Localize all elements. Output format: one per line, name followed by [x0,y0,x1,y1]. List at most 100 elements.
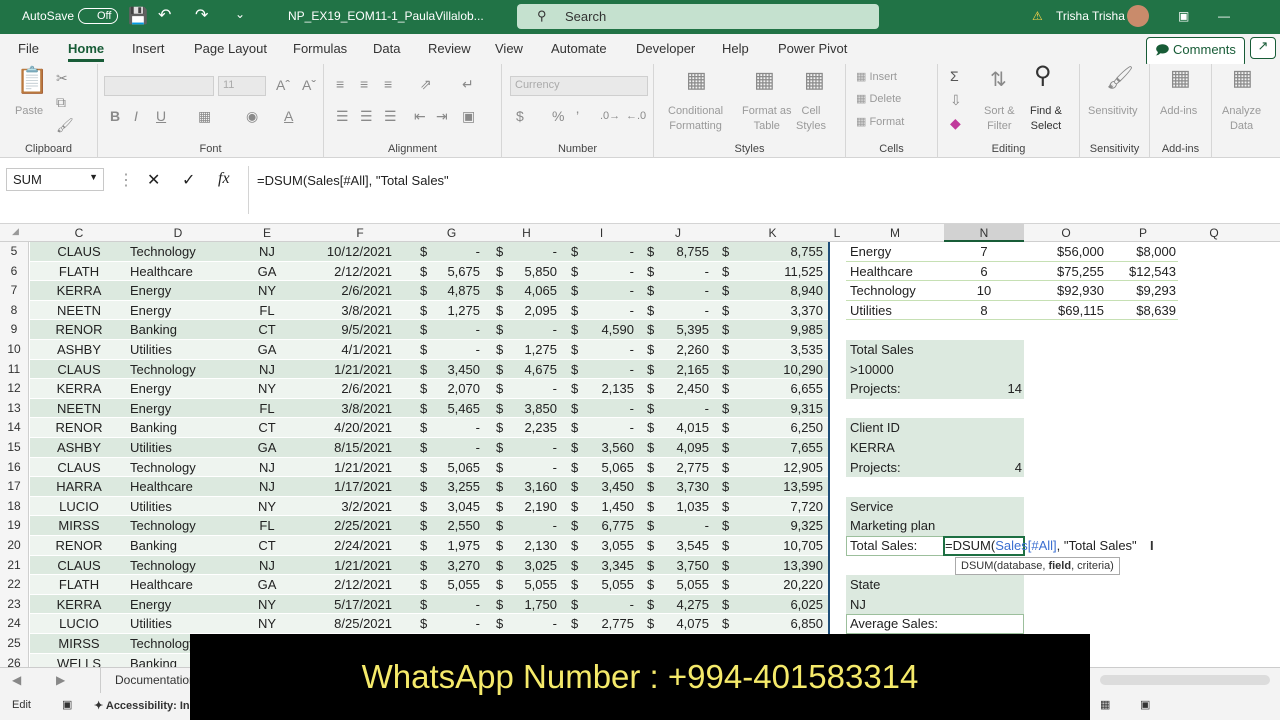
cell-state[interactable]: NJ [228,458,306,478]
row-header[interactable]: 26 [0,653,29,667]
cell-amount-h[interactable]: 3,850 [505,399,557,419]
percent-icon[interactable]: % [552,108,564,124]
paste-icon[interactable]: 📋 [16,67,48,93]
cell-state[interactable]: GA [228,262,306,282]
row-header[interactable]: 13 [0,398,29,419]
cell-client-id[interactable]: CLAUS [30,360,128,380]
cell-amount-h[interactable]: - [505,458,557,478]
cell-amount-h[interactable]: 1,750 [505,595,557,615]
cell-amount-i[interactable]: - [580,595,634,615]
cell-amount-h[interactable]: - [505,242,557,262]
cell-amount-h[interactable]: - [505,320,557,340]
summary-service[interactable]: Utilities [850,301,944,321]
cell-amount-j[interactable]: 1,035 [655,497,709,517]
cell-state[interactable]: NJ [228,556,306,576]
formula-input[interactable]: =DSUM(Sales[#All], "Total Sales" [248,166,1280,214]
summary-average[interactable]: $8,639 [1104,301,1176,321]
undo-icon[interactable]: ↶ [158,5,171,25]
cell-amount-j[interactable]: 4,095 [655,438,709,458]
cell-amount-i[interactable]: 4,590 [580,320,634,340]
font-name-box[interactable] [104,76,214,96]
cell-amount-i[interactable]: - [580,340,634,360]
cell-date[interactable]: 10/12/2021 [300,242,392,262]
cell-client-id[interactable]: CLAUS [30,242,128,262]
comments-button[interactable]: 🗩 Comments [1146,37,1245,67]
number-format-box[interactable]: Currency [510,76,648,96]
cell-amount-g[interactable]: 1,975 [430,536,480,556]
cell-amount-j[interactable]: 4,275 [655,595,709,615]
summary-average[interactable]: $9,293 [1104,281,1176,301]
cell-date[interactable]: 1/21/2021 [300,556,392,576]
cell-amount-i[interactable]: 3,450 [580,477,634,497]
cell-amount-g[interactable]: 2,070 [430,379,480,399]
cell-service[interactable]: Technology [130,242,228,262]
cell-client-id[interactable]: LUCIO [30,614,128,634]
row-header[interactable]: 15 [0,438,29,458]
redo-icon[interactable]: ↷ [195,5,208,25]
cell-state[interactable]: CT [228,320,306,340]
tab-data[interactable]: Data [373,41,400,56]
cell-amount-i[interactable]: 3,345 [580,556,634,576]
font-color-icon[interactable]: A [284,108,293,124]
cell-state[interactable]: FL [228,399,306,419]
col-header-h[interactable]: H [489,226,564,240]
sort-filter-icon[interactable]: ⇅ [990,70,1007,90]
align-top-icon[interactable]: ≡ [336,76,344,92]
cell-state[interactable]: NY [228,595,306,615]
cell-amount-k[interactable]: 6,655 [735,379,823,399]
cell-amount-j[interactable]: 2,775 [655,458,709,478]
row-header[interactable]: 22 [0,575,29,595]
cell-state[interactable]: FL [228,301,306,321]
autosave-toggle[interactable]: Off [78,8,119,24]
cell-amount-k[interactable]: 6,250 [735,418,823,438]
search-box[interactable]: ⚲ Search [517,4,879,29]
cell-client-id[interactable]: WELLS [30,654,128,667]
cell-client-id[interactable]: FLATH [30,262,128,282]
cell-amount-h[interactable]: 4,675 [505,360,557,380]
cell-amount-k[interactable]: 6,025 [735,595,823,615]
cell-amount-g[interactable]: 1,275 [430,301,480,321]
fill-icon[interactable]: ⇩ [950,92,962,108]
cell-client-id[interactable]: NEETN [30,399,128,419]
orientation-icon[interactable]: ⇗ [420,76,432,92]
criteria-label[interactable]: Service [850,497,944,517]
copy-icon[interactable]: ⧉ [56,94,66,110]
sensitivity-icon[interactable]: 🖌 [1106,67,1134,89]
summary-average[interactable]: $8,000 [1104,242,1176,262]
col-header-n[interactable]: N [944,224,1024,242]
format-painter-icon[interactable]: 🖌 [56,117,74,133]
cell-amount-g[interactable]: 2,550 [430,516,480,536]
cell-client-id[interactable]: ASHBY [30,438,128,458]
cell-state[interactable]: NJ [228,477,306,497]
cell-service[interactable]: Energy [130,379,228,399]
summary-total[interactable]: $56,000 [1024,242,1104,262]
criteria-label[interactable]: Projects: [850,458,944,478]
next-sheet-icon[interactable]: ▶ [56,673,65,687]
cell-amount-k[interactable]: 11,525 [735,262,823,282]
cell-client-id[interactable]: MIRSS [30,634,128,654]
cell-service[interactable]: Technology [130,360,228,380]
cell-state[interactable]: CT [228,418,306,438]
align-left-icon[interactable]: ☰ [336,108,349,124]
cell-amount-i[interactable]: - [580,281,634,301]
comma-icon[interactable]: ’ [576,108,579,124]
cell-date[interactable]: 2/6/2021 [300,379,392,399]
cell-amount-g[interactable]: - [430,340,480,360]
col-header-d[interactable]: D [128,226,228,240]
cell-amount-h[interactable]: - [505,614,557,634]
cell-amount-i[interactable]: 2,135 [580,379,634,399]
cell-date[interactable]: 4/20/2021 [300,418,392,438]
cell-amount-g[interactable]: - [430,418,480,438]
row-header[interactable]: 23 [0,594,29,615]
wrap-text-icon[interactable]: ↵ [462,76,474,92]
summary-count[interactable]: 10 [944,281,1024,301]
decrease-indent-icon[interactable]: ⇤ [414,108,426,124]
cell-amount-k[interactable]: 13,390 [735,556,823,576]
clear-icon[interactable]: ◆ [950,115,961,131]
conditional-formatting-icon[interactable]: ▦ [686,69,707,91]
summary-service[interactable]: Healthcare [850,262,944,282]
cell-service[interactable]: Utilities [130,340,228,360]
cell-amount-j[interactable]: - [655,516,709,536]
cell-amount-j[interactable]: - [655,301,709,321]
cell-amount-g[interactable]: 3,045 [430,497,480,517]
